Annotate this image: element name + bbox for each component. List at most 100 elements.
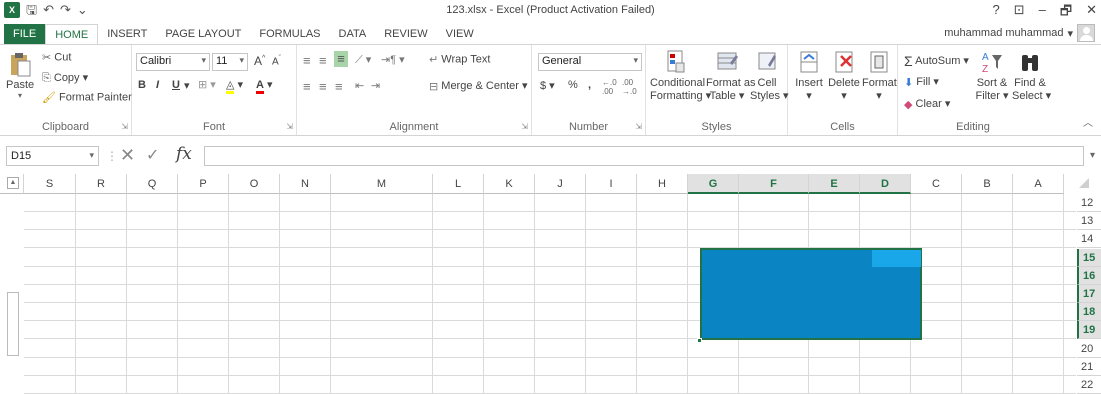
borders-icon[interactable]: ⊞ ▾	[198, 78, 216, 91]
scroll-up-icon[interactable]: ▲	[7, 177, 19, 189]
worksheet-grid[interactable]: ▲ S R Q P O N M L K J I H G F E D C B A 12 13 14 15 16 17 18 19 20 2…	[0, 174, 1101, 394]
number-format-select[interactable]: General ▾	[538, 53, 642, 71]
restore-icon[interactable]: 🗗	[1060, 2, 1072, 24]
find-select-button[interactable]: Find & Select ▾	[1012, 49, 1051, 102]
chevron-down-icon[interactable]: ▾	[184, 79, 190, 92]
column-header-h[interactable]: H	[637, 174, 688, 194]
currency-button[interactable]: $ ▾	[540, 79, 555, 92]
row-header-13[interactable]: 13	[1077, 212, 1101, 231]
row-header-16[interactable]: 16	[1077, 266, 1101, 285]
enter-icon[interactable]: ✓	[146, 145, 159, 165]
orientation-icon[interactable]: ⟋ ▾	[355, 53, 371, 67]
align-right-icon[interactable]: ≡	[335, 79, 343, 94]
name-box[interactable]: D15 ▾	[6, 146, 99, 166]
clear-button[interactable]: ◆ Clear ▾	[904, 97, 950, 111]
fill-handle[interactable]	[697, 338, 702, 343]
ribbon-display-icon[interactable]: ⊡	[1014, 2, 1025, 24]
column-header-b[interactable]: B	[962, 174, 1013, 194]
row-header-18[interactable]: 18	[1077, 303, 1101, 322]
underline-button[interactable]: U	[172, 79, 180, 91]
top-align-icon[interactable]: ≡	[303, 53, 311, 68]
close-icon[interactable]: ✕	[1086, 2, 1097, 24]
bottom-align-icon[interactable]: ≡	[334, 51, 348, 67]
column-header-q[interactable]: Q	[127, 174, 178, 194]
tab-file[interactable]: FILE	[4, 24, 46, 44]
dialog-launcher-icon[interactable]: ⇲	[121, 122, 128, 131]
column-header-m[interactable]: M	[331, 174, 433, 194]
comma-button[interactable]: ,	[588, 79, 591, 91]
column-header-o[interactable]: O	[229, 174, 280, 194]
font-name-select[interactable]: Calibri ▾	[136, 53, 210, 71]
align-left-icon[interactable]: ≡	[303, 79, 311, 94]
cut-button[interactable]: ✂ Cut	[42, 51, 71, 64]
column-header-c[interactable]: C	[911, 174, 962, 194]
column-header-l[interactable]: L	[433, 174, 484, 194]
conditional-formatting-button[interactable]: Conditional Formatting ▾	[650, 49, 711, 102]
column-header-e[interactable]: E	[809, 174, 860, 194]
wrap-text-button[interactable]: ↵ Wrap Text	[429, 53, 490, 66]
align-center-icon[interactable]: ≡	[319, 79, 327, 94]
row-header-17[interactable]: 17	[1077, 285, 1101, 303]
column-header-a[interactable]: A	[1013, 174, 1064, 194]
tab-data[interactable]: DATA	[330, 24, 376, 44]
increase-indent-icon[interactable]: ⇥	[371, 79, 380, 92]
column-header-j[interactable]: J	[535, 174, 586, 194]
autosum-button[interactable]: Σ AutoSum ▾	[904, 53, 969, 69]
insert-cells-button[interactable]: Insert ▾	[792, 49, 826, 102]
dialog-launcher-icon[interactable]: ⇲	[286, 122, 293, 131]
row-header-21[interactable]: 21	[1077, 358, 1101, 376]
tab-insert[interactable]: INSERT	[98, 24, 156, 44]
row-header-12[interactable]: 12	[1077, 194, 1101, 212]
column-header-f[interactable]: F	[739, 174, 809, 194]
column-header-g[interactable]: G	[688, 174, 739, 194]
tab-review[interactable]: REVIEW	[375, 24, 436, 44]
merge-center-button[interactable]: ⊟ Merge & Center ▾	[429, 79, 528, 93]
expand-formula-bar-icon[interactable]: ▾	[1090, 150, 1095, 161]
paste-button[interactable]: Paste ▾	[6, 51, 34, 100]
active-cell[interactable]	[872, 250, 921, 267]
tab-home[interactable]: HOME	[45, 24, 99, 44]
column-header-p[interactable]: P	[178, 174, 229, 194]
help-icon[interactable]: ?	[993, 2, 1000, 24]
fill-button[interactable]: ⬇ Fill ▾	[904, 75, 939, 89]
middle-align-icon[interactable]: ≡	[319, 53, 327, 68]
format-as-table-button[interactable]: Format as Table ▾	[706, 49, 756, 102]
column-header-s[interactable]: S	[24, 174, 76, 194]
dialog-launcher-icon[interactable]: ⇲	[635, 122, 642, 131]
column-header-k[interactable]: K	[484, 174, 535, 194]
grow-font-button[interactable]: A^	[254, 54, 265, 68]
cell-styles-button[interactable]: Cell Styles ▾	[750, 49, 789, 102]
decrease-decimal-icon[interactable]: .00 →.0	[622, 78, 637, 96]
column-header-d[interactable]: D	[860, 174, 911, 194]
percent-button[interactable]: %	[568, 79, 578, 91]
collapse-ribbon-icon[interactable]: ︿	[1083, 114, 1093, 129]
format-painter-button[interactable]: 🖌 Format Painter	[42, 91, 132, 104]
formula-input[interactable]	[204, 146, 1084, 166]
tab-page-layout[interactable]: PAGE LAYOUT	[156, 24, 250, 44]
row-header-20[interactable]: 20	[1077, 340, 1101, 358]
format-cells-button[interactable]: Format ▾	[862, 49, 897, 102]
row-header-15[interactable]: 15	[1077, 248, 1101, 267]
row-header-14[interactable]: 14	[1077, 230, 1101, 249]
shrink-font-button[interactable]: Aˇ	[272, 55, 281, 67]
select-all-corner[interactable]: ▲	[0, 174, 24, 194]
minimize-icon[interactable]: –	[1039, 2, 1046, 24]
row-header-22[interactable]: 22	[1077, 376, 1101, 394]
column-header-n[interactable]: N	[280, 174, 331, 194]
font-color-icon[interactable]: A ▾	[256, 78, 273, 94]
select-all-triangle[interactable]	[1079, 178, 1089, 188]
row-header-19[interactable]: 19	[1077, 321, 1101, 340]
fill-color-icon[interactable]: ◬ ▾	[226, 78, 243, 94]
sort-filter-button[interactable]: A Z Sort & Filter ▾	[972, 49, 1012, 102]
font-size-select[interactable]: 11 ▾	[212, 53, 248, 71]
italic-button[interactable]: I	[156, 79, 159, 91]
delete-cells-button[interactable]: Delete ▾	[826, 49, 862, 102]
user-account[interactable]: muhammad muhammad ▾	[944, 24, 1095, 42]
column-header-i[interactable]: I	[586, 174, 637, 194]
copy-button[interactable]: ⎘ Copy ▾	[42, 71, 88, 85]
text-direction-icon[interactable]: ⇥¶ ▾	[381, 53, 405, 66]
scrollbar-thumb[interactable]	[7, 292, 19, 356]
tab-view[interactable]: VIEW	[437, 24, 483, 44]
dialog-launcher-icon[interactable]: ⇲	[521, 122, 528, 131]
bold-button[interactable]: B	[138, 79, 146, 91]
